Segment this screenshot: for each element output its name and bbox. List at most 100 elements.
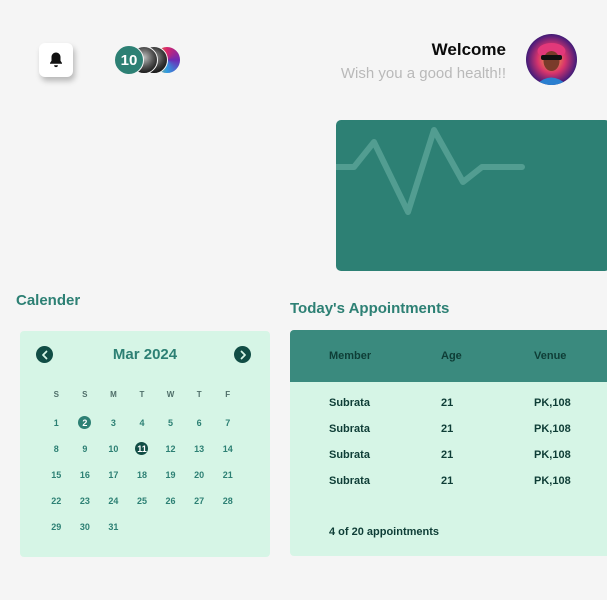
calendar-day-label: 7 bbox=[225, 417, 231, 428]
calendar-day-label: 11 bbox=[135, 442, 149, 455]
weekday-label: S bbox=[82, 390, 88, 399]
welcome-subtitle: Wish you a good health!! bbox=[340, 65, 506, 82]
age-cell: 21 bbox=[441, 475, 454, 487]
calendar-day[interactable]: 3 bbox=[99, 413, 128, 439]
calendar-day-label: 20 bbox=[194, 469, 205, 480]
member-cell: Subrata bbox=[329, 475, 370, 487]
calendar-day[interactable]: 21 bbox=[213, 465, 242, 491]
heartbeat-icon bbox=[336, 127, 525, 215]
calendar-day-label: 26 bbox=[165, 495, 176, 506]
calendar-day[interactable]: 24 bbox=[99, 491, 128, 517]
calendar-section-title: Calender bbox=[16, 292, 81, 309]
profile-picture bbox=[526, 34, 577, 85]
welcome-title: Welcome bbox=[431, 40, 506, 59]
calendar-day-label: 16 bbox=[79, 469, 90, 480]
user-avatar-group[interactable]: 10 bbox=[114, 45, 194, 75]
table-row[interactable]: Subrata 21 PK,108 bbox=[290, 449, 607, 469]
calendar-day[interactable]: 18 bbox=[128, 465, 157, 491]
calendar-next-button[interactable] bbox=[234, 346, 251, 363]
calendar-day[interactable]: 28 bbox=[213, 491, 242, 517]
appointments-count: 4 of 20 appointments bbox=[329, 526, 440, 538]
weekday-label: M bbox=[110, 390, 117, 399]
member-cell: Subrata bbox=[329, 449, 370, 461]
calendar-day-label: 30 bbox=[79, 521, 90, 532]
calendar-day-label: 31 bbox=[108, 521, 119, 532]
calendar-day[interactable]: 22 bbox=[42, 491, 71, 517]
appointments-section-title: Today's Appointments bbox=[290, 300, 450, 317]
column-header-age: Age bbox=[441, 350, 462, 362]
calendar-day[interactable]: 9 bbox=[71, 439, 100, 465]
calendar-day-label: 6 bbox=[196, 417, 202, 428]
weekday-label: F bbox=[225, 390, 231, 399]
calendar-day-label: 13 bbox=[194, 443, 205, 454]
calendar-day-label: 10 bbox=[108, 443, 119, 454]
calendar-day-label: 5 bbox=[168, 417, 174, 428]
table-row[interactable]: Subrata 21 PK,108 bbox=[290, 397, 607, 417]
calendar-day-label: 12 bbox=[165, 443, 176, 454]
calendar-day[interactable]: 15 bbox=[42, 465, 71, 491]
calendar-day-label: 27 bbox=[194, 495, 205, 506]
calendar-day-label: 19 bbox=[165, 469, 176, 480]
member-cell: Subrata bbox=[329, 423, 370, 435]
calendar-day-label: 25 bbox=[136, 495, 147, 506]
calendar-day[interactable]: 27 bbox=[185, 491, 214, 517]
calendar-day[interactable]: 17 bbox=[99, 465, 128, 491]
calendar-day[interactable]: 11 bbox=[128, 439, 157, 465]
calendar-day[interactable]: 20 bbox=[185, 465, 214, 491]
calendar-day-label: 21 bbox=[222, 469, 233, 480]
weekday-label: W bbox=[166, 390, 175, 399]
calendar-day[interactable]: 26 bbox=[156, 491, 185, 517]
calendar-day-label: 29 bbox=[51, 521, 62, 532]
weekday-label: T bbox=[139, 390, 145, 399]
calendar-day-label: 15 bbox=[51, 469, 62, 480]
calendar-day[interactable]: 14 bbox=[213, 439, 242, 465]
users-count-badge: 10 bbox=[114, 45, 144, 75]
column-header-member: Member bbox=[329, 350, 372, 362]
calendar-day[interactable]: 2 bbox=[71, 413, 100, 439]
calendar-month-label: Mar 2024 bbox=[112, 346, 178, 363]
calendar-day-label: 18 bbox=[136, 469, 147, 480]
calendar-day[interactable]: 6 bbox=[185, 413, 214, 439]
calendar-day[interactable]: 19 bbox=[156, 465, 185, 491]
calendar-day-label: 23 bbox=[79, 495, 90, 506]
calendar-day-label: 24 bbox=[108, 495, 119, 506]
calendar-day[interactable]: 30 bbox=[71, 517, 100, 543]
weekday-label: S bbox=[53, 390, 59, 399]
calendar-grid: S S M T W T F 1 2 3 4 5 6 7 8 9 10 11 12 13 14 15 16 17 18 19 20 21… bbox=[42, 387, 242, 543]
bell-icon bbox=[50, 52, 62, 68]
calendar-day[interactable]: 16 bbox=[71, 465, 100, 491]
weekday-label: T bbox=[196, 390, 202, 399]
venue-cell: PK,108 bbox=[534, 423, 571, 435]
calendar-day-label: 28 bbox=[222, 495, 233, 506]
venue-cell: PK,108 bbox=[534, 397, 571, 409]
calendar-day[interactable]: 23 bbox=[71, 491, 100, 517]
profile-avatar[interactable] bbox=[526, 34, 577, 85]
calendar-day-label: 22 bbox=[51, 495, 62, 506]
column-header-venue: Venue bbox=[534, 350, 567, 362]
calendar-day-label: 14 bbox=[222, 443, 233, 454]
venue-cell: PK,108 bbox=[534, 475, 571, 487]
calendar-day-label: 9 bbox=[82, 443, 88, 454]
calendar-day[interactable]: 31 bbox=[99, 517, 128, 543]
calendar-day[interactable]: 1 bbox=[42, 413, 71, 439]
member-cell: Subrata bbox=[329, 397, 370, 409]
table-row[interactable]: Subrata 21 PK,108 bbox=[290, 475, 607, 495]
table-row[interactable]: Subrata 21 PK,108 bbox=[290, 423, 607, 443]
calendar-day[interactable]: 29 bbox=[42, 517, 71, 543]
appointments-table: Member Age Venue Subrata 21 PK,108 Subra… bbox=[290, 330, 607, 556]
calendar-day[interactable]: 12 bbox=[156, 439, 185, 465]
calendar-day[interactable]: 7 bbox=[213, 413, 242, 439]
age-cell: 21 bbox=[441, 449, 454, 461]
notifications-button[interactable] bbox=[39, 43, 73, 77]
age-cell: 21 bbox=[441, 397, 454, 409]
calendar-day[interactable]: 5 bbox=[156, 413, 185, 439]
calendar-day[interactable]: 8 bbox=[42, 439, 71, 465]
age-cell: 21 bbox=[441, 423, 454, 435]
calendar-day[interactable]: 4 bbox=[128, 413, 157, 439]
calendar-day-label: 1 bbox=[53, 417, 59, 428]
calendar-day-label: 4 bbox=[139, 417, 145, 428]
calendar-day[interactable]: 13 bbox=[185, 439, 214, 465]
calendar-day[interactable]: 10 bbox=[99, 439, 128, 465]
health-card bbox=[336, 120, 607, 271]
calendar-day[interactable]: 25 bbox=[128, 491, 157, 517]
